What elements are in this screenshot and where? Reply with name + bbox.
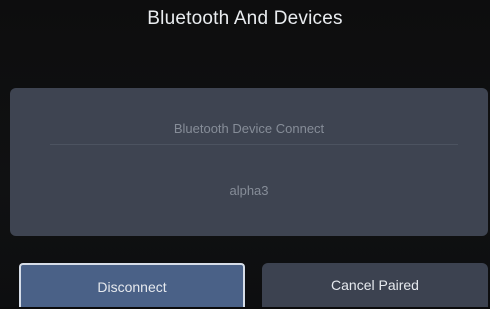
cancel-paired-button[interactable]: Cancel Paired	[262, 263, 488, 307]
panel-heading: Bluetooth Device Connect	[173, 121, 325, 136]
page-title: Bluetooth And Devices	[147, 8, 343, 29]
panel-divider	[50, 144, 458, 145]
device-name[interactable]: alpha3	[10, 183, 488, 198]
disconnect-button[interactable]: Disconnect	[19, 263, 245, 307]
device-panel: Bluetooth Device Connect alpha3	[10, 88, 488, 236]
bluetooth-screen: Bluetooth And Devices Bluetooth Device C…	[0, 0, 490, 307]
